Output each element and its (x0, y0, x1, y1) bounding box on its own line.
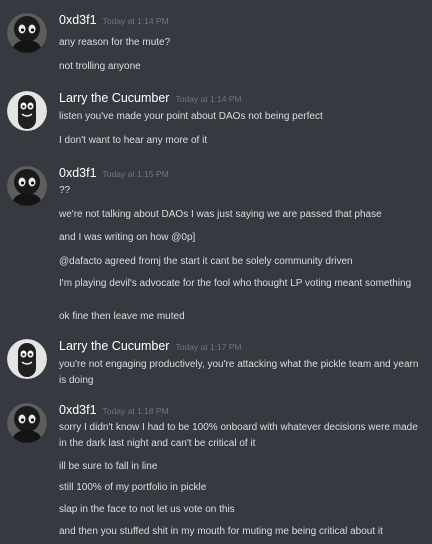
message-text: still 100% of my portfolio in pickle (59, 482, 207, 493)
message-header: Larry the Cucumber Today at 1:17 PM (59, 339, 242, 357)
username[interactable]: 0xd3f1 (59, 13, 97, 27)
dark-character-avatar-icon[interactable] (7, 166, 47, 206)
message-text: ill be sure to fall in line (59, 461, 158, 472)
message-header: 0xd3f1 Today at 1:15 PM (59, 166, 169, 184)
message-text: and then you stuffed shit in my mouth fo… (59, 526, 383, 537)
message-text: and I was writing on how @0p] (59, 232, 196, 243)
timestamp: Today at 1:18 PM (102, 406, 169, 416)
username[interactable]: 0xd3f1 (59, 166, 97, 180)
message-text: we're not talking about DAOs I was just … (59, 209, 382, 220)
message-text: listen you've made your point about DAOs… (59, 111, 323, 122)
message-text: not trolling anyone (59, 61, 141, 72)
message-text: ?? (59, 185, 71, 196)
cucumber-avatar-icon[interactable] (7, 91, 47, 131)
dark-character-avatar-icon[interactable] (7, 403, 47, 443)
message-header: Larry the Cucumber Today at 1:14 PM (59, 91, 242, 109)
chat-message-list: 0xd3f1 Today at 1:14 PM any reason for th… (0, 0, 432, 544)
message-text: sorry I didn't know I had to be 100% onb… (59, 422, 418, 449)
timestamp: Today at 1:17 PM (175, 342, 242, 352)
message-text: @dafacto agreed fromj the start it cant … (59, 256, 353, 267)
timestamp: Today at 1:14 PM (175, 94, 242, 104)
message-text: I don't want to hear any more of it (59, 135, 208, 146)
message-text: any reason for the mute? (59, 37, 171, 48)
cucumber-avatar-icon[interactable] (7, 339, 47, 379)
message-header: 0xd3f1 Today at 1:18 PM (59, 403, 169, 421)
message-header: 0xd3f1 Today at 1:14 PM (59, 13, 169, 31)
timestamp: Today at 1:14 PM (102, 16, 169, 26)
message-text: ok fine then leave me muted (59, 311, 185, 322)
username[interactable]: Larry the Cucumber (59, 91, 169, 105)
timestamp: Today at 1:15 PM (102, 169, 169, 179)
message-text: I'm playing devil's advocate for the foo… (59, 278, 412, 289)
message-text: you're not engaging productively, you're… (59, 359, 419, 386)
message-text: slap in the face to not let us vote on t… (59, 504, 235, 515)
dark-character-avatar-icon[interactable] (7, 13, 47, 53)
username[interactable]: Larry the Cucumber (59, 339, 169, 353)
username[interactable]: 0xd3f1 (59, 403, 97, 417)
